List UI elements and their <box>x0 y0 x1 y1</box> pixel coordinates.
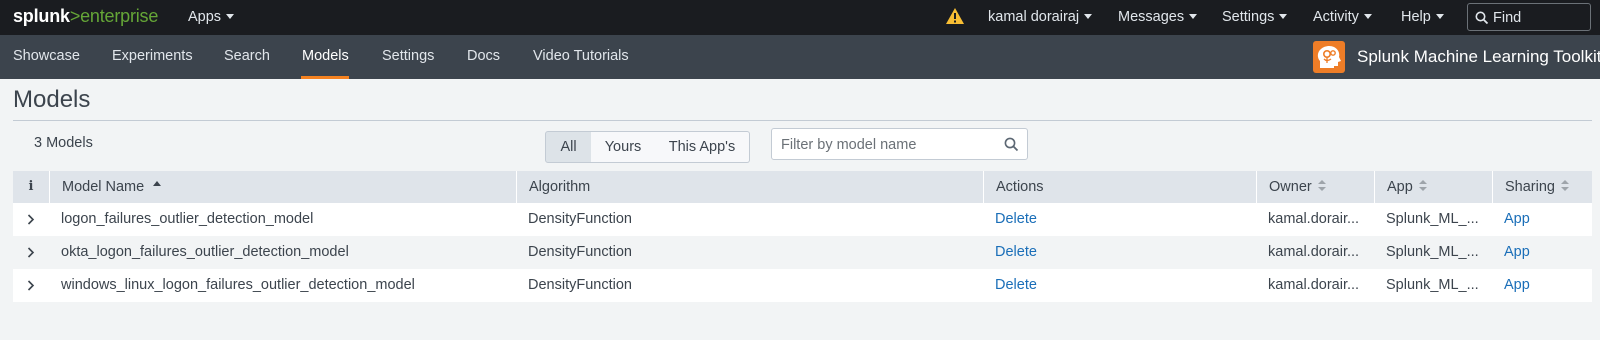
ml-brain-icon <box>1313 41 1345 73</box>
sort-ascending-icon <box>153 181 162 186</box>
activity-menu[interactable]: Activity <box>1313 9 1372 25</box>
sharing-link[interactable]: App <box>1492 269 1592 302</box>
algorithm-cell: DensityFunction <box>528 244 632 260</box>
app-cell: Splunk_ML_... <box>1386 277 1479 293</box>
tab-search[interactable]: Search <box>224 48 270 64</box>
search-icon[interactable] <box>1004 137 1019 152</box>
column-header-label: Actions <box>996 179 1044 195</box>
page-title: Models <box>13 86 91 113</box>
chevron-down-icon <box>1435 14 1444 19</box>
chevron-right-icon <box>27 214 35 225</box>
find-box <box>1467 3 1591 31</box>
sharing-link[interactable]: App <box>1492 236 1592 269</box>
owner-cell: kamal.dorair... <box>1268 211 1360 227</box>
warning-triangle-icon[interactable] <box>945 7 965 25</box>
sharing-link[interactable]: App <box>1492 203 1592 236</box>
settings-menu-label: Settings <box>1222 9 1275 25</box>
column-header-owner[interactable]: Owner <box>1256 171 1374 203</box>
column-header-label: Sharing <box>1505 179 1555 195</box>
sort-icon <box>1560 180 1569 192</box>
chevron-down-icon <box>1363 14 1372 19</box>
model-count: 3 Models <box>34 135 93 151</box>
table-header: i Model Name Algorithm Actions Owner App… <box>13 171 1592 203</box>
delete-link[interactable]: Delete <box>983 269 1256 302</box>
filter-tab-yours[interactable]: Yours <box>591 131 656 163</box>
column-header-model-name[interactable]: Model Name <box>49 171 516 203</box>
tab-settings[interactable]: Settings <box>382 48 434 64</box>
user-menu-label: kamal dorairaj <box>988 9 1080 25</box>
user-menu[interactable]: kamal dorairaj <box>988 9 1093 25</box>
column-header-label: Owner <box>1269 179 1312 195</box>
model-name-cell: logon_failures_outlier_detection_model <box>61 211 314 227</box>
filter-tab-this-app[interactable]: This App's <box>655 131 750 163</box>
delete-link[interactable]: Delete <box>983 236 1256 269</box>
model-filter-input[interactable] <box>781 135 1001 155</box>
column-header-sharing[interactable]: Sharing <box>1492 171 1592 203</box>
table-row: logon_failures_outlier_detection_model D… <box>13 203 1592 236</box>
tab-experiments[interactable]: Experiments <box>112 48 193 64</box>
tab-docs[interactable]: Docs <box>467 48 500 64</box>
model-name-cell: windows_linux_logon_failures_outlier_det… <box>61 277 415 293</box>
delete-link[interactable]: Delete <box>983 203 1256 236</box>
app-title: Splunk Machine Learning Toolkit <box>1357 47 1600 66</box>
column-header-actions: Actions <box>983 171 1256 203</box>
column-header-label: App <box>1387 179 1413 195</box>
info-icon: i <box>28 179 34 194</box>
tab-models[interactable]: Models <box>302 48 349 64</box>
help-menu[interactable]: Help <box>1401 9 1444 25</box>
search-icon <box>1475 11 1489 25</box>
column-header-algorithm: Algorithm <box>516 171 983 203</box>
owner-cell: kamal.dorair... <box>1268 244 1360 260</box>
activity-menu-label: Activity <box>1313 9 1359 25</box>
tab-showcase[interactable]: Showcase <box>13 48 80 64</box>
model-name-cell: okta_logon_failures_outlier_detection_mo… <box>61 244 349 260</box>
apps-menu-label: Apps <box>188 9 222 25</box>
model-filter <box>771 128 1028 160</box>
row-expand-button[interactable] <box>13 236 49 269</box>
top-bar: splunk>enterprise Apps kamal dorairaj Me… <box>0 0 1600 35</box>
algorithm-cell: DensityFunction <box>528 211 632 227</box>
logo-main: splunk <box>13 6 70 26</box>
chevron-right-icon <box>27 247 35 258</box>
algorithm-cell: DensityFunction <box>528 277 632 293</box>
settings-menu[interactable]: Settings <box>1222 9 1288 25</box>
table-row: okta_logon_failures_outlier_detection_mo… <box>13 236 1592 269</box>
chevron-down-icon <box>1189 14 1198 19</box>
sort-icon <box>1418 180 1427 192</box>
logo-separator: > <box>69 6 81 26</box>
logo-product: enterprise <box>80 6 159 26</box>
messages-menu-label: Messages <box>1118 9 1185 25</box>
chevron-right-icon <box>27 280 35 291</box>
chevron-down-icon <box>226 14 235 19</box>
tab-video-tutorials[interactable]: Video Tutorials <box>533 48 629 64</box>
column-header-app[interactable]: App <box>1374 171 1492 203</box>
row-expand-button[interactable] <box>13 203 49 236</box>
column-header-label: Model Name <box>62 179 145 195</box>
apps-menu[interactable]: Apps <box>188 9 235 25</box>
help-menu-label: Help <box>1401 9 1431 25</box>
chevron-down-icon <box>1279 14 1288 19</box>
app-cell: Splunk_ML_... <box>1386 211 1479 227</box>
find-input[interactable] <box>1493 8 1585 27</box>
column-header-label: Algorithm <box>529 179 591 195</box>
messages-menu[interactable]: Messages <box>1118 9 1198 25</box>
sort-icon <box>1317 180 1326 192</box>
table-row: windows_linux_logon_failures_outlier_det… <box>13 269 1592 302</box>
row-expand-button[interactable] <box>13 269 49 302</box>
title-divider <box>13 120 1592 121</box>
splunk-logo[interactable]: splunk>enterprise <box>13 6 158 27</box>
filter-tab-all[interactable]: All <box>545 131 592 163</box>
owner-cell: kamal.dorair... <box>1268 277 1360 293</box>
active-tab-indicator <box>301 76 349 79</box>
app-cell: Splunk_ML_... <box>1386 244 1479 260</box>
chevron-down-icon <box>1084 14 1093 19</box>
